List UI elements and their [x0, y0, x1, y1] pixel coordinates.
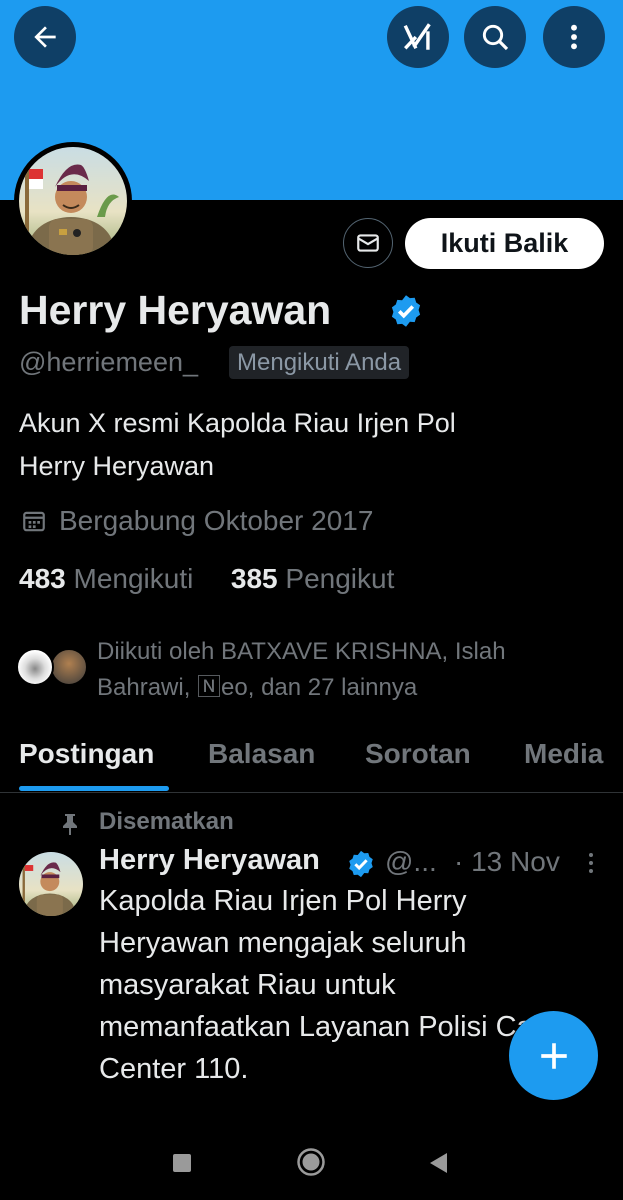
post-author-name[interactable]: Herry Heryawan — [99, 844, 320, 877]
following-label: Mengikuti — [73, 563, 194, 594]
more-vertical-icon — [571, 24, 577, 50]
followers-count: 385 — [230, 563, 278, 594]
follower-avatar — [16, 648, 54, 686]
system-nav-bar — [0, 1125, 623, 1200]
bio-line: Herry Heryawan — [19, 451, 215, 481]
profile-bio: Akun X resmi Kapolda Riau Irjen Pol Herr… — [19, 402, 579, 488]
avatar-illustration — [22, 862, 75, 916]
active-tab-indicator — [19, 786, 169, 791]
follow-stats: 483 Mengikuti 385 Pengikut — [19, 563, 394, 595]
home-icon[interactable] — [296, 1147, 326, 1177]
avatar-illustration — [25, 164, 119, 255]
followed-by-line: Bahrawi, 🄽eo, dan 27 lainnya — [97, 674, 418, 701]
joined-date: Bergabung Oktober 2017 — [59, 505, 374, 536]
back-nav-icon[interactable] — [428, 1152, 448, 1174]
more-options-button[interactable] — [543, 6, 605, 68]
profile-handle: @herriemeen_ — [19, 347, 198, 377]
verified-badge-icon — [349, 850, 373, 878]
arrow-left-icon — [34, 26, 56, 48]
followed-by-line: Diikuti oleh BATXAVE KRISHNA, Islah — [97, 638, 506, 665]
follow-back-button[interactable]: Ikuti Balik — [405, 218, 604, 269]
followers-link[interactable]: 385 Pengikut — [231, 563, 394, 594]
post-date: · 13 Nov — [454, 846, 560, 877]
post-text-line: Heryawan mengajak seluruh — [99, 927, 467, 959]
tabs-divider — [0, 792, 623, 793]
followers-label: Pengikut — [285, 563, 395, 594]
message-button[interactable] — [343, 218, 393, 268]
post-text-line: Kapolda Riau Irjen Pol Herry — [99, 885, 467, 917]
grok-icon — [403, 23, 431, 50]
calendar-icon — [23, 511, 45, 532]
post-author-avatar[interactable] — [19, 852, 83, 916]
more-vertical-icon[interactable] — [584, 850, 598, 876]
pinned-label: Disematkan — [99, 808, 234, 835]
tab-posts[interactable]: Postingan — [19, 738, 154, 770]
recents-icon[interactable] — [172, 1153, 192, 1173]
bio-line: Akun X resmi Kapolda Riau Irjen Pol — [19, 408, 456, 438]
profile-name: Herry Heryawan — [19, 287, 332, 333]
following-count: 483 — [19, 563, 66, 594]
post-text-line: masyarakat Riau untuk — [99, 969, 396, 1001]
back-button[interactable] — [14, 6, 76, 68]
follows-you-badge: Mengikuti Anda — [229, 346, 410, 379]
profile-avatar[interactable] — [14, 142, 132, 260]
compose-post-button[interactable] — [509, 1011, 598, 1100]
envelope-icon — [357, 234, 379, 252]
plus-icon — [540, 1042, 567, 1069]
tab-highlights[interactable]: Sorotan — [365, 738, 471, 770]
tab-replies[interactable]: Balasan — [208, 738, 315, 770]
followed-by-text[interactable]: Diikuti oleh BATXAVE KRISHNA, Islah Bahr… — [97, 634, 597, 706]
pin-icon — [63, 814, 77, 835]
post-author-handle: @... — [385, 846, 437, 877]
tab-media[interactable]: Media — [524, 738, 603, 770]
verified-badge-icon — [391, 295, 421, 327]
following-link[interactable]: 483 Mengikuti — [19, 563, 193, 594]
follower-avatar — [50, 648, 88, 686]
search-icon — [482, 24, 509, 51]
grok-button[interactable] — [387, 6, 449, 68]
search-button[interactable] — [464, 6, 526, 68]
